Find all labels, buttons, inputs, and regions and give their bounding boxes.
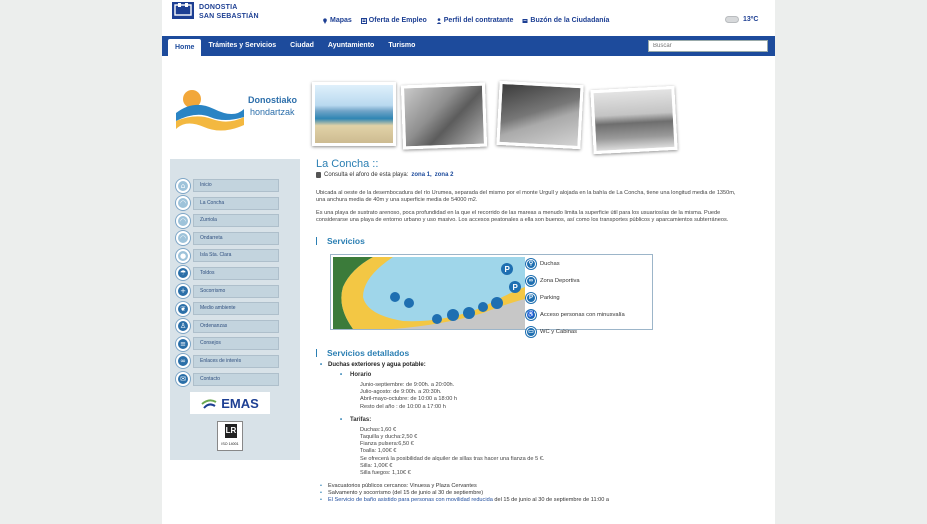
- lr-logo-icon: LR: [225, 424, 237, 438]
- page-title: La Concha ::: [316, 158, 379, 170]
- logo-line-1: DONOSTIA: [199, 4, 238, 11]
- trash-icon: [316, 172, 321, 178]
- tab-ayuntamiento[interactable]: Ayuntamiento: [321, 36, 381, 56]
- leaf-icon: ❦: [176, 301, 190, 316]
- main-content: La Concha :: Consulta el aforo de esta p…: [312, 56, 772, 524]
- shower-icon: ⚲: [526, 258, 536, 269]
- legend-item: ∞ Zona Deportiva: [526, 272, 652, 289]
- aforo-link-zona-2[interactable]: zona 2: [435, 172, 454, 178]
- sidebar-item-isla[interactable]: ● Isla Sta. Clara: [176, 248, 296, 263]
- beach-photo[interactable]: [496, 80, 584, 150]
- brand-line-2: hondartzak: [250, 107, 295, 117]
- sidebar: Donostiako hondartzak ⌂ Inicio ◠ La Conc…: [170, 64, 300, 460]
- weather-temp: 13ºC: [743, 16, 759, 23]
- sidebar-menu: ⌂ Inicio ◠ La Concha ◠ Zurriola ◠ Ondarr…: [176, 178, 296, 389]
- home-icon: ⌂: [176, 178, 190, 193]
- brand-line-1: Donostiako: [248, 95, 298, 105]
- beach-map-image[interactable]: P P: [333, 257, 525, 329]
- svg-text:P: P: [513, 283, 519, 292]
- link-buzon-ciudadania[interactable]: Buzón de la Ciudadanía: [522, 17, 609, 24]
- beach-logo-icon: [176, 90, 244, 131]
- photo-strip: [312, 80, 687, 158]
- search-input[interactable]: [648, 40, 768, 52]
- aforo-link-zona-1[interactable]: zona 1,: [411, 172, 431, 178]
- list-item: Salvamento y socorrismo (del 15 de junio…: [320, 490, 740, 497]
- city-logo-icon: [172, 2, 194, 19]
- weather-widget: 13ºC: [725, 16, 758, 23]
- island-icon: ●: [176, 248, 190, 263]
- iso-badge[interactable]: LR ISO 14001: [217, 421, 243, 451]
- sidebar-item-contacto[interactable]: ✉ Contacto: [176, 372, 296, 387]
- sidebar-item-toldos[interactable]: ☂ Toldos: [176, 266, 296, 281]
- aforo-line: Consulta el aforo de esta playa: zona 1,…: [316, 172, 453, 178]
- detailed-services: Duchas exteriores y agua potable: Horari…: [320, 362, 740, 504]
- intro-paragraph: Ubicada al oeste de la desembocadura del…: [316, 190, 736, 204]
- horario-heading: Horario: [320, 372, 740, 382]
- beach-photo[interactable]: [312, 82, 396, 146]
- link-mapas[interactable]: Mapas: [322, 17, 352, 24]
- sidebar-item-ordenanzas[interactable]: ♙ Ordenanzas: [176, 319, 296, 334]
- mailbox-icon: [522, 18, 528, 23]
- beaches-brand[interactable]: Donostiako hondartzak: [170, 64, 300, 159]
- link-perfil-contratante[interactable]: Perfil del contratante: [436, 17, 513, 24]
- main-nav: Home Trámites y Servicios Ciudad Ayuntam…: [162, 36, 775, 56]
- sidebar-item-enlaces[interactable]: ∞ Enlaces de interés: [176, 354, 296, 369]
- legend-item: P Parking: [526, 289, 652, 306]
- link-oferta-empleo[interactable]: Oferta de Empleo: [360, 17, 427, 24]
- services-map: P P ⚲ Duchas ∞ Zona Deportiva P Parking …: [330, 254, 653, 337]
- person-icon: [436, 17, 441, 24]
- logo-line-2: SAN SEBASTIÁN: [199, 13, 259, 20]
- map-pin-icon: [323, 17, 327, 24]
- umbrella-icon: ☂: [176, 266, 190, 281]
- list-icon: ≡: [176, 336, 190, 351]
- emas-badge[interactable]: EMAS: [190, 392, 270, 414]
- top-links: Mapas Oferta de Empleo Perfil del contra…: [322, 17, 609, 24]
- page: DONOSTIA SAN SEBASTIÁN Mapas Oferta de E…: [162, 0, 775, 524]
- wc-icon: ▭: [526, 326, 536, 337]
- services-legend: ⚲ Duchas ∞ Zona Deportiva P Parking ♿ Ac…: [526, 255, 652, 340]
- sports-icon: ∞: [526, 275, 536, 286]
- sidebar-item-zurriola[interactable]: ◠ Zurriola: [176, 213, 296, 228]
- cloud-icon: [725, 16, 739, 23]
- beach-photo[interactable]: [400, 82, 488, 150]
- sidebar-item-socorrismo[interactable]: + Socorrismo: [176, 284, 296, 299]
- services-heading: Servicios: [316, 236, 365, 246]
- duchas-heading: Duchas exteriores y agua potable:: [320, 362, 740, 372]
- sidebar-item-medio-ambiente[interactable]: ❦ Medio ambiente: [176, 301, 296, 316]
- beach-icon: ◠: [176, 196, 190, 211]
- beach-photo[interactable]: [590, 85, 678, 155]
- legend-item: ▭ WC y Cabinas: [526, 323, 652, 340]
- sidebar-item-inicio[interactable]: ⌂ Inicio: [176, 178, 296, 193]
- top-header: DONOSTIA SAN SEBASTIÁN Mapas Oferta de E…: [162, 0, 775, 36]
- list-item: El Servicio de baño asistido para person…: [320, 497, 740, 504]
- tarifas-heading: Tarifas:: [320, 417, 740, 427]
- tarifas-list: Duchas:1,60 € Taquilla y ducha:2,50 € Fi…: [360, 426, 545, 477]
- accessibility-icon: ♿: [526, 309, 536, 320]
- beach-icon: ◠: [176, 213, 190, 228]
- parking-icon: P: [526, 292, 536, 303]
- tab-tramites[interactable]: Trámites y Servicios: [201, 36, 283, 56]
- link-icon: ∞: [176, 354, 190, 369]
- emas-logo-icon: [201, 399, 217, 409]
- legend-item: ♿ Acceso personas con minusvalía: [526, 309, 625, 320]
- detailed-services-heading: Servicios detallados: [316, 348, 409, 358]
- cross-icon: +: [176, 284, 190, 299]
- sidebar-item-consejos[interactable]: ≡ Consejos: [176, 336, 296, 351]
- list-item: Evacuatorios públicos cercanos: Vinuesa …: [320, 483, 740, 490]
- assisted-bathing-link[interactable]: El Servicio de baño asistido para person…: [328, 497, 493, 503]
- tab-home[interactable]: Home: [168, 39, 202, 56]
- tab-ciudad[interactable]: Ciudad: [283, 36, 321, 56]
- sidebar-item-ondarreta[interactable]: ◠ Ondarreta: [176, 231, 296, 246]
- city-logo[interactable]: DONOSTIA SAN SEBASTIÁN: [172, 2, 262, 32]
- svg-text:P: P: [505, 265, 511, 274]
- document-icon: [360, 17, 367, 24]
- beach-icon: ◠: [176, 231, 190, 246]
- legend-item: ⚲ Duchas: [526, 255, 652, 272]
- tab-turismo[interactable]: Turismo: [381, 36, 422, 56]
- description-paragraph: Es una playa de sustrato arenoso, poca p…: [316, 210, 729, 224]
- horario-list: Junio-septiembre: de 9:00h. a 20:00h. Ju…: [360, 382, 458, 410]
- sidebar-item-la-concha[interactable]: ◠ La Concha: [176, 196, 296, 211]
- mail-icon: ✉: [176, 372, 190, 387]
- person-icon: ♙: [176, 319, 190, 334]
